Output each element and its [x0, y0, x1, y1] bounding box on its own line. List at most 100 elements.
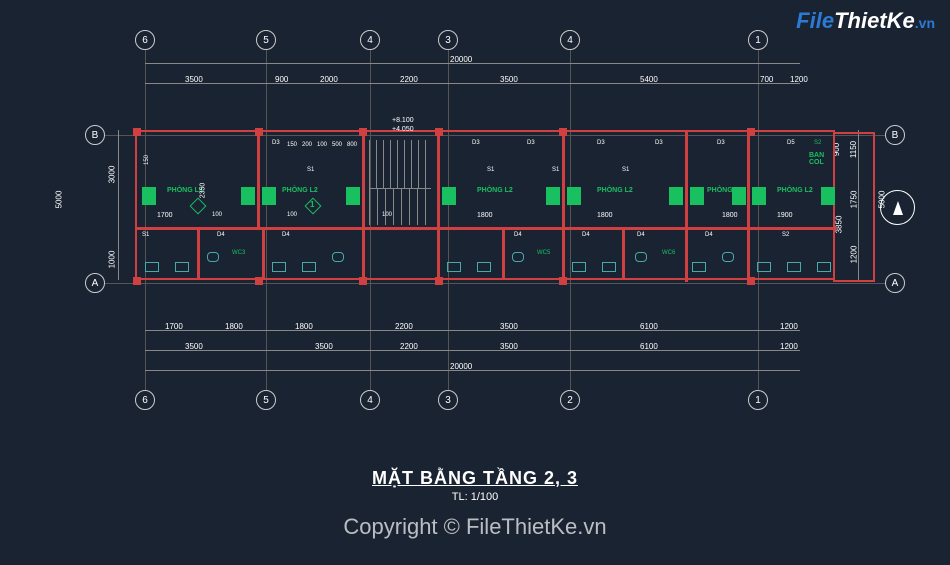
dim-value: 500 — [332, 142, 342, 148]
sink-icon — [572, 262, 586, 272]
dim-value: 1700 — [157, 212, 173, 219]
level-marker-down: +4.050 — [392, 126, 414, 133]
sink-icon — [787, 262, 801, 272]
window-label: S1 — [142, 232, 149, 238]
dim-line — [145, 330, 800, 331]
wall — [622, 227, 625, 280]
window-label: S1 — [622, 167, 629, 173]
grid-bubble-2: 4 — [560, 30, 580, 50]
wall — [437, 132, 440, 282]
dim-line — [145, 350, 800, 351]
toilet-icon — [512, 252, 524, 262]
wall — [562, 132, 565, 282]
dim-value: 3500 — [185, 342, 203, 351]
door-label: D3 — [272, 140, 280, 146]
door-label: D4 — [705, 232, 713, 238]
wall — [747, 132, 750, 282]
room-label-l3: PHÒNG L3 — [167, 187, 203, 194]
sink-icon — [817, 262, 831, 272]
furniture-icon — [262, 187, 276, 205]
column — [435, 128, 443, 136]
room-label-l2: PHÒNG L2 — [477, 187, 513, 194]
furniture-icon — [669, 187, 683, 205]
dim-value: 200 — [302, 142, 312, 148]
door-label: D4 — [217, 232, 225, 238]
dim-line — [145, 370, 800, 371]
sink-icon — [757, 262, 771, 272]
window-label: S2 — [814, 140, 821, 146]
door-label: D4 — [582, 232, 590, 238]
dim-value: 100 — [212, 212, 222, 218]
wall — [257, 132, 260, 227]
door-label: D3 — [655, 140, 663, 146]
dim-value: 100 — [317, 142, 327, 148]
dim-line — [118, 130, 119, 280]
logo-thietke: ThietKe — [834, 8, 915, 33]
column — [255, 277, 263, 285]
grid-bubble-3: 3 — [438, 30, 458, 50]
sink-icon — [145, 262, 159, 272]
grid-bubble-A-left: A — [85, 273, 105, 293]
dim-value: 150 — [144, 155, 150, 165]
wall — [197, 227, 200, 280]
grid-bubble-5: 5 — [256, 30, 276, 50]
dim-value: 3500 — [500, 322, 518, 331]
toilet-icon — [332, 252, 344, 262]
grid-bubble-1b: 1 — [748, 390, 768, 410]
column — [559, 277, 567, 285]
dim-overall-top: 20000 — [450, 55, 472, 64]
window-label: S2 — [782, 232, 789, 238]
wc-label: WC3 — [232, 250, 245, 256]
drawing-title: MẶT BẰNG TẦNG 2, 3 — [0, 468, 950, 489]
room-marker-num: 1 — [310, 200, 314, 209]
door-label: D5 — [787, 140, 795, 146]
wc-label: WC6 — [662, 250, 675, 256]
dim-value: 3000 — [107, 166, 116, 184]
dim-value: 3500 — [500, 75, 518, 84]
wall — [362, 132, 365, 282]
dim-value: 900 — [275, 75, 288, 84]
dim-value: 1900 — [777, 212, 793, 219]
dim-overall-left: 5000 — [54, 191, 63, 209]
wall — [137, 227, 837, 230]
dim-value: 1800 — [295, 322, 313, 331]
door-label: D4 — [637, 232, 645, 238]
plan-outline: PHÒNG L3 PHÒNG L2 PHÒNG L2 PHÒNG L2 PHÒN… — [135, 130, 835, 280]
sink-icon — [602, 262, 616, 272]
drawing-scale: TL: 1/100 — [0, 491, 950, 503]
dim-value: 100 — [287, 212, 297, 218]
dim-overall-bot: 20000 — [450, 362, 472, 371]
dim-value: 800 — [347, 142, 357, 148]
dim-value: 3500 — [315, 342, 333, 351]
dim-line — [145, 83, 800, 84]
level-marker-up: +8.100 — [392, 117, 414, 124]
grid-bubble-4: 4 — [360, 30, 380, 50]
logo-file: File — [796, 8, 834, 33]
door-label: D3 — [527, 140, 535, 146]
grid-bubble-5b: 5 — [256, 390, 276, 410]
dim-value: 1800 — [225, 322, 243, 331]
column — [359, 128, 367, 136]
dim-value: 2350 — [199, 183, 206, 199]
dim-value: 700 — [760, 75, 773, 84]
sink-icon — [477, 262, 491, 272]
dim-value: 6100 — [640, 342, 658, 351]
window-label: S1 — [487, 167, 494, 173]
dim-value: 2200 — [395, 322, 413, 331]
grid-bubble-6b: 6 — [135, 390, 155, 410]
furniture-icon — [546, 187, 560, 205]
dim-value: 1800 — [597, 212, 613, 219]
dim-value: 5400 — [640, 75, 658, 84]
sink-icon — [175, 262, 189, 272]
balcony — [833, 132, 875, 282]
grid-bubble-1: 1 — [748, 30, 768, 50]
toilet-icon — [722, 252, 734, 262]
column — [747, 277, 755, 285]
column — [133, 277, 141, 285]
dim-value: 3500 — [185, 75, 203, 84]
window-label: S1 — [552, 167, 559, 173]
furniture-icon — [732, 187, 746, 205]
wall — [502, 227, 505, 280]
wall — [685, 132, 688, 282]
sink-icon — [447, 262, 461, 272]
